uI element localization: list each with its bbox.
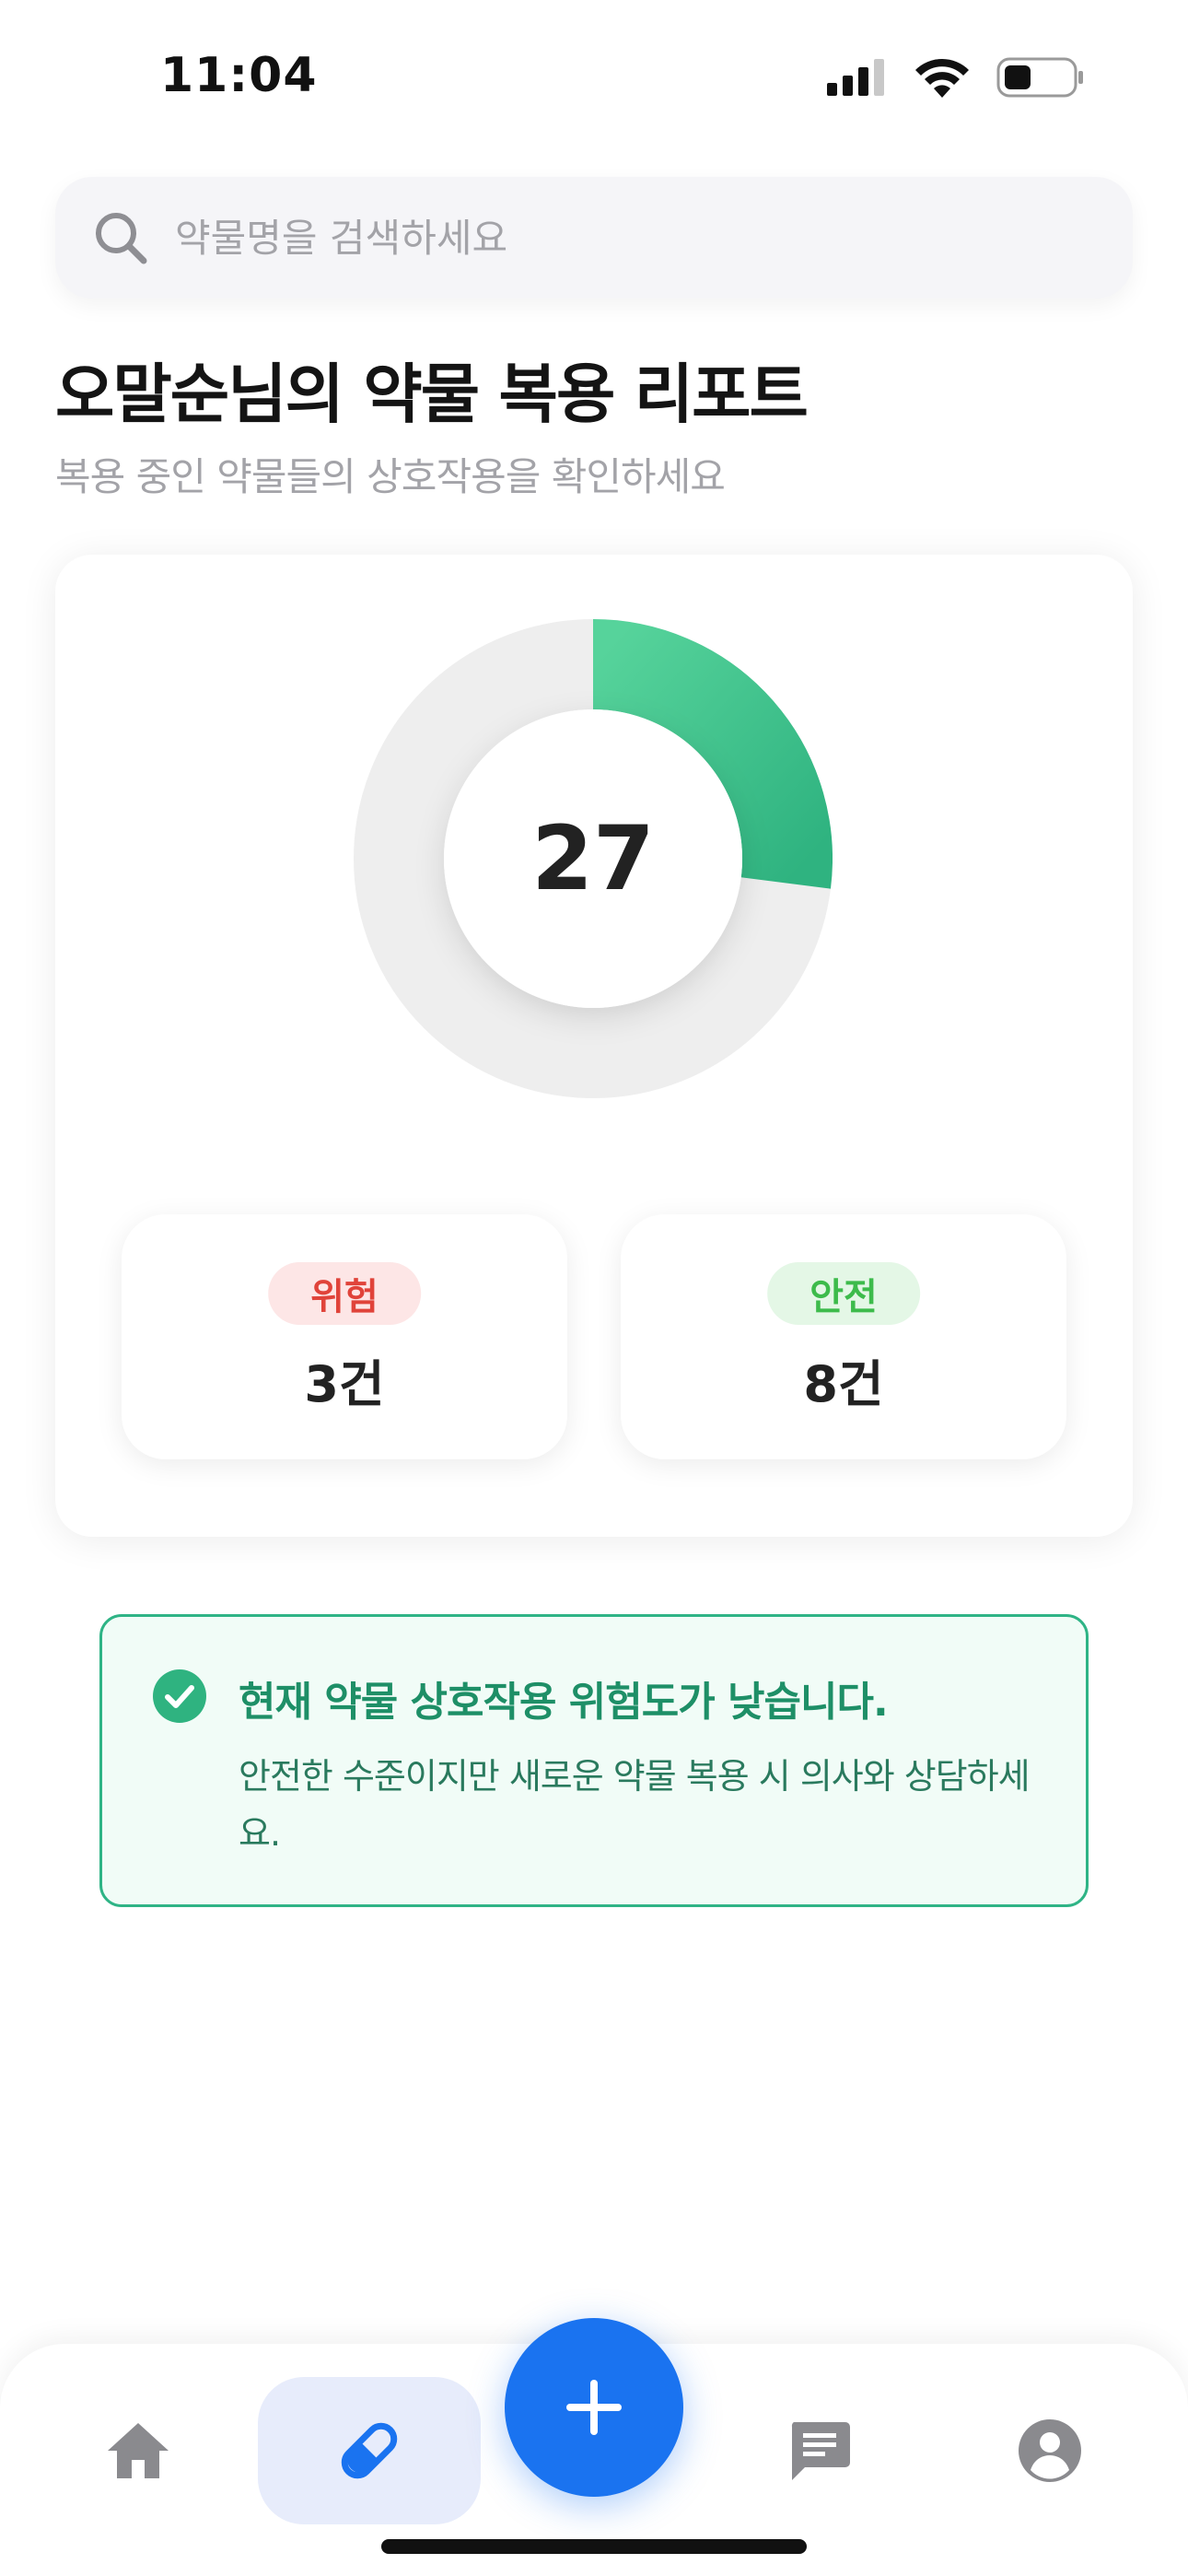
risk-score: 27 (531, 807, 655, 910)
pill-icon (341, 2422, 398, 2479)
status-icons (827, 57, 1085, 98)
tab-home[interactable] (83, 2395, 193, 2506)
wifi-icon (915, 58, 969, 98)
search-bar[interactable] (55, 177, 1133, 299)
tab-profile[interactable] (995, 2395, 1105, 2506)
notice-body: 안전한 수준이지만 새로운 약물 복용 시 의사와 상담하세요. (239, 1756, 1031, 1854)
risk-donut-chart: 27 (354, 619, 833, 1098)
search-input[interactable] (175, 215, 1004, 261)
tab-medications[interactable] (258, 2377, 481, 2524)
danger-count: 3건 (304, 1355, 385, 1413)
battery-icon (996, 57, 1083, 98)
add-medication-button[interactable] (505, 2318, 683, 2497)
report-card: 27 위험 3건 안전 8건 (55, 555, 1133, 1537)
home-indicator (381, 2539, 807, 2554)
search-icon (96, 213, 147, 264)
status-bar: 11:04 (0, 0, 1188, 157)
notice-title: 현재 약물 상호작용 위험도가 낮습니다. (239, 1679, 889, 1726)
danger-stat-card[interactable]: 위험 3건 (122, 1214, 567, 1459)
check-circle-icon (153, 1669, 206, 1723)
chat-icon (791, 2422, 850, 2480)
plus-icon (566, 2380, 622, 2435)
safe-count: 8건 (803, 1355, 884, 1413)
safe-badge: 안전 (767, 1262, 920, 1325)
cellular-signal-icon (827, 59, 884, 96)
profile-icon (1019, 2419, 1081, 2482)
tab-chat[interactable] (764, 2395, 875, 2506)
page-title: 오말순님의 약물 복용 리포트 (55, 357, 809, 432)
status-time: 11:04 (160, 48, 318, 103)
risk-notice: 현재 약물 상호작용 위험도가 낮습니다. 안전한 수준이지만 새로운 약물 복… (99, 1614, 1089, 1907)
home-icon (108, 2423, 169, 2478)
page-subtitle: 복용 중인 약물들의 상호작용을 확인하세요 (55, 454, 726, 499)
safe-stat-card[interactable]: 안전 8건 (621, 1214, 1066, 1459)
danger-badge: 위험 (268, 1262, 421, 1325)
